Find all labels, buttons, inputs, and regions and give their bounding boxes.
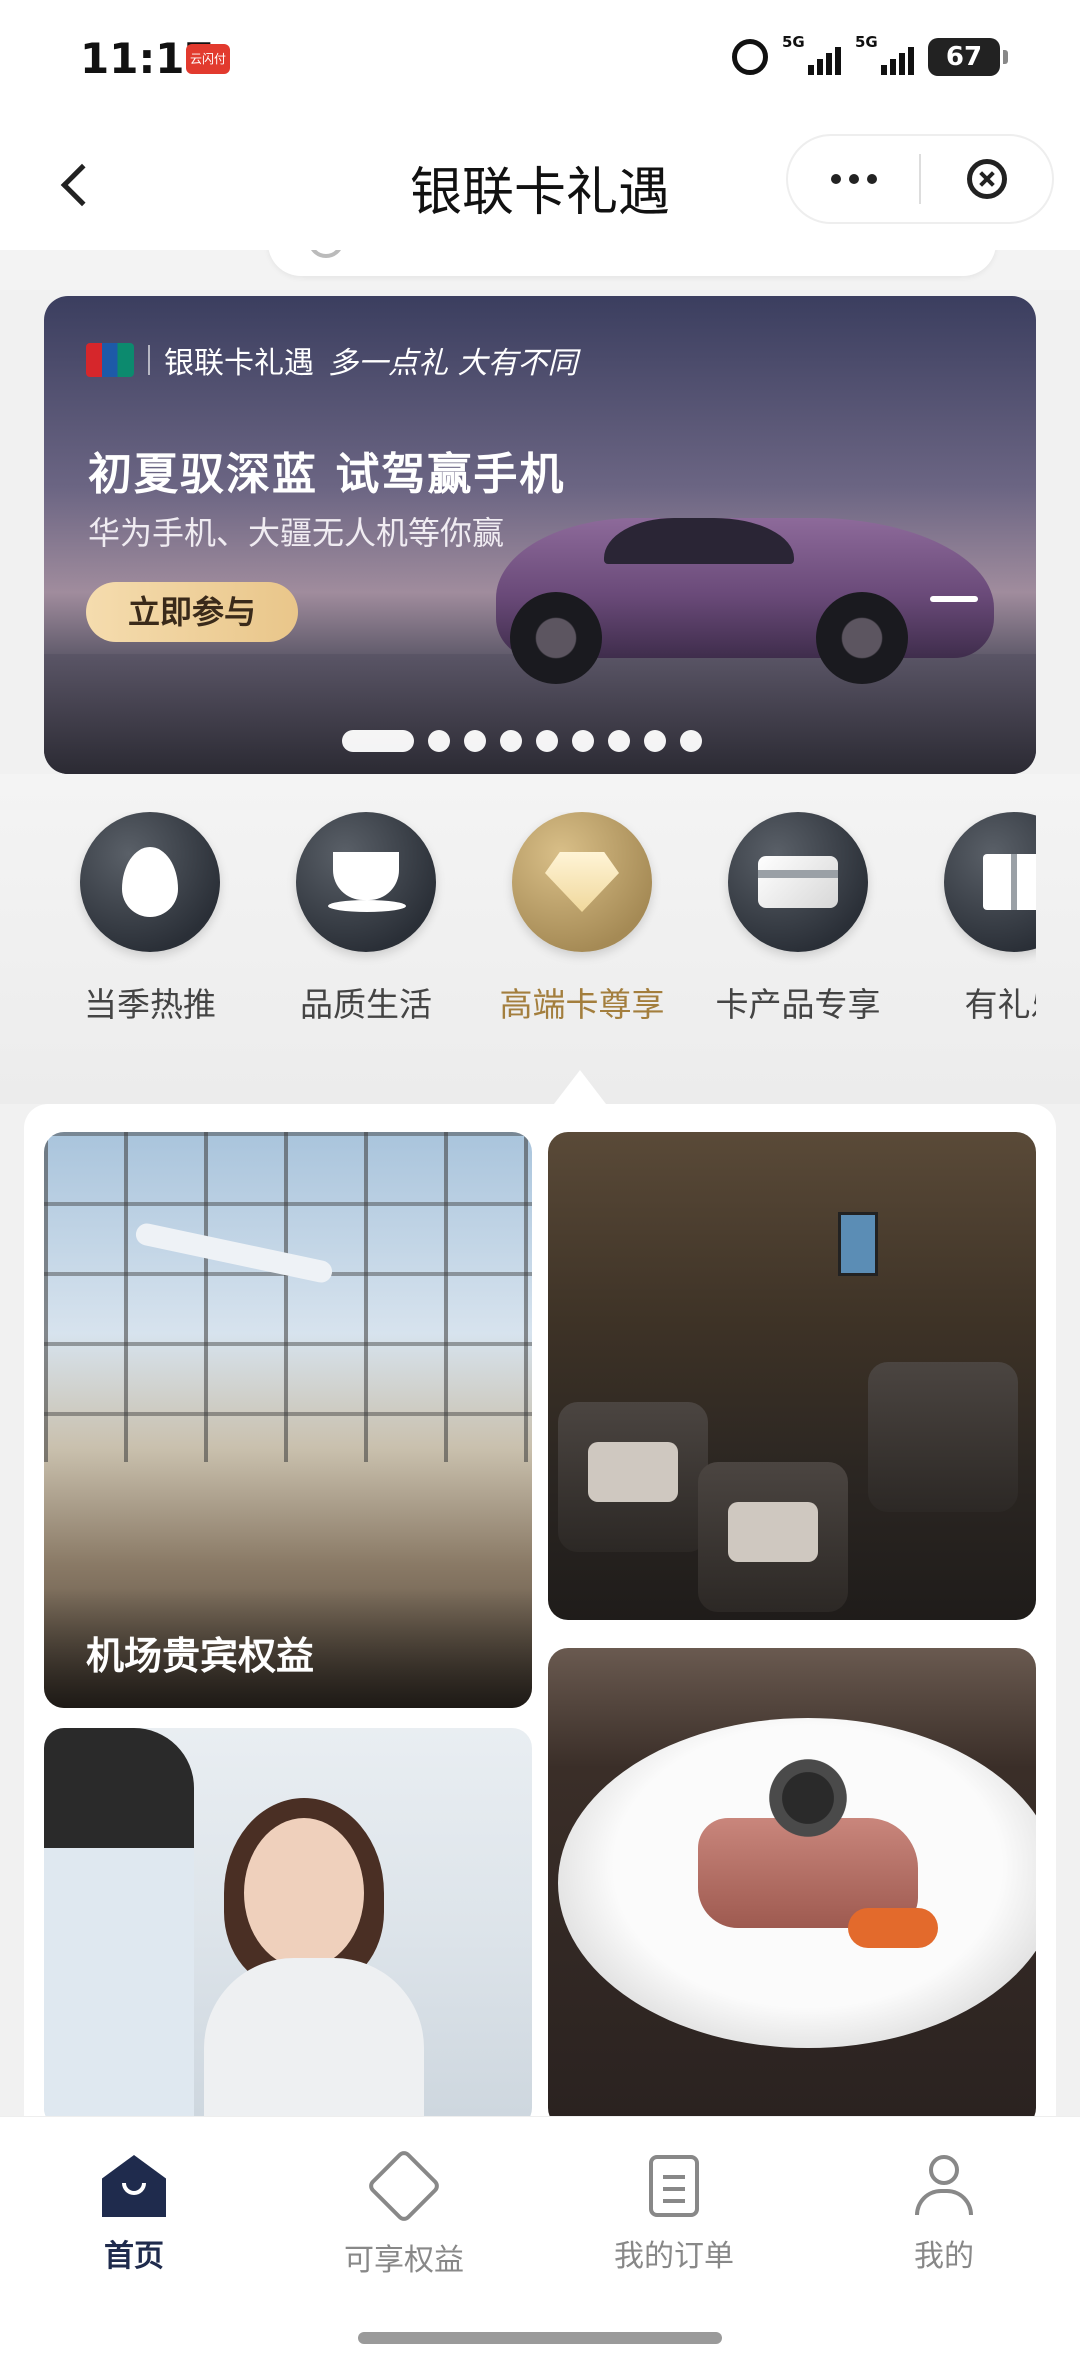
- lounge-tile[interactable]: [548, 1132, 1036, 1620]
- signal-icon: 5G: [782, 33, 841, 75]
- carousel-dot[interactable]: [500, 730, 522, 752]
- category-row: 当季热推 品质生活 高端卡尊享 卡产品专享 有礼乐: [50, 812, 1036, 1032]
- carousel-dot[interactable]: [572, 730, 594, 752]
- search-input[interactable]: [268, 250, 996, 276]
- nav-label: 我的: [914, 2239, 974, 2274]
- banner-brand: 银联卡礼遇 多一点礼 大有不同: [86, 338, 578, 382]
- carousel-dot[interactable]: [428, 730, 450, 752]
- diamond-icon: [512, 812, 652, 952]
- join-now-button[interactable]: 立即参与: [86, 582, 298, 642]
- carousel-dot[interactable]: [536, 730, 558, 752]
- lounge-chair: [868, 1362, 1018, 1512]
- status-icons: 5G 5G 67: [732, 33, 1008, 76]
- user-icon: [912, 2155, 976, 2219]
- promo-banner[interactable]: 银联卡礼遇 多一点礼 大有不同 初夏驭深蓝 试驾赢手机 华为手机、大疆无人机等你…: [44, 296, 1036, 774]
- mini-program-header: 银联卡礼遇: [0, 120, 1080, 250]
- category-label: 有礼乐: [964, 985, 1037, 1024]
- active-category-pointer: [554, 1070, 606, 1104]
- search-icon: [308, 250, 344, 258]
- category-item-card-products[interactable]: 卡产品专享: [698, 812, 898, 1026]
- alarm-icon: [732, 39, 768, 75]
- patient-body: [204, 1958, 424, 2128]
- nav-label: 我的订单: [614, 2239, 734, 2274]
- nav-orders[interactable]: 我的订单: [574, 2155, 774, 2275]
- network-type-label: 5G: [855, 33, 878, 51]
- more-button[interactable]: [788, 174, 919, 184]
- orders-clipboard-icon: [642, 2155, 706, 2219]
- gift-icon: [944, 812, 1036, 952]
- tile-caption-text: 机场贵宾权益: [86, 1634, 315, 1678]
- fine-dining-tile[interactable]: [548, 1648, 1036, 2128]
- patient-face: [244, 1818, 364, 1968]
- fire-icon: [80, 812, 220, 952]
- brand-slogan: 多一点礼 大有不同: [328, 346, 578, 381]
- signal-icon: 5G: [855, 33, 914, 75]
- banner-title: 初夏驭深蓝 试驾赢手机: [88, 449, 566, 500]
- close-icon: [966, 159, 1007, 199]
- vegetable-image: [848, 1908, 938, 1948]
- nav-label: 可享权益: [344, 2243, 464, 2278]
- unionpay-logo: [86, 343, 134, 377]
- window-frame: [44, 1132, 532, 1462]
- status-bar: 11:17 云闪付 5G 5G 67: [0, 0, 1080, 120]
- car-wheel: [510, 592, 602, 684]
- search-row: [0, 250, 1080, 290]
- carousel-dot[interactable]: [680, 730, 702, 752]
- category-item-gifts[interactable]: 有礼乐: [914, 812, 1036, 1026]
- category-label: 当季热推: [84, 985, 216, 1024]
- car-headlight: [930, 596, 978, 602]
- flight-info-screen: [838, 1212, 878, 1276]
- doctor-image: [44, 1728, 194, 2128]
- brand-name: 银联卡礼遇: [164, 346, 314, 381]
- car-wheel: [816, 592, 908, 684]
- category-label: 品质生活: [300, 985, 432, 1024]
- carousel-dot[interactable]: [342, 730, 414, 752]
- category-label: 卡产品专享: [715, 985, 881, 1024]
- nav-mine[interactable]: 我的: [844, 2155, 1044, 2275]
- credit-card-icon: [728, 812, 868, 952]
- nav-label: 首页: [104, 2239, 164, 2274]
- dental-care-tile[interactable]: [44, 1728, 532, 2128]
- benefits-badge-icon: [365, 2147, 443, 2225]
- category-item-lifestyle[interactable]: 品质生活: [266, 812, 466, 1026]
- tile-caption: 机场贵宾权益: [44, 1588, 532, 1708]
- coffee-cup-icon: [296, 812, 436, 952]
- carousel-dot[interactable]: [644, 730, 666, 752]
- carousel-dot[interactable]: [608, 730, 630, 752]
- home-indicator[interactable]: [358, 2332, 722, 2344]
- category-label: 高端卡尊享: [499, 985, 665, 1024]
- brand-divider: [148, 345, 150, 375]
- pillow: [728, 1502, 818, 1562]
- nav-benefits[interactable]: 可享权益: [304, 2147, 504, 2279]
- capsule-menu: [786, 134, 1054, 224]
- nav-home[interactable]: 首页: [34, 2155, 234, 2275]
- benefits-panel: 机场贵宾权益: [24, 1104, 1056, 2128]
- home-icon: [102, 2155, 166, 2219]
- app-notification-badge: 云闪付: [186, 44, 230, 74]
- banner-subtitle: 华为手机、大疆无人机等你赢: [88, 514, 505, 552]
- pillow: [588, 1442, 678, 1502]
- network-type-label: 5G: [782, 33, 805, 51]
- carousel-indicator: [342, 730, 702, 752]
- category-item-hot[interactable]: 当季热推: [50, 812, 250, 1026]
- garnish-image: [758, 1758, 858, 1838]
- airport-vip-tile[interactable]: 机场贵宾权益: [44, 1132, 532, 1708]
- category-item-premium-card[interactable]: 高端卡尊享: [482, 812, 682, 1026]
- carousel-dot[interactable]: [464, 730, 486, 752]
- battery-icon: 67: [928, 38, 1008, 76]
- close-button[interactable]: [921, 159, 1052, 199]
